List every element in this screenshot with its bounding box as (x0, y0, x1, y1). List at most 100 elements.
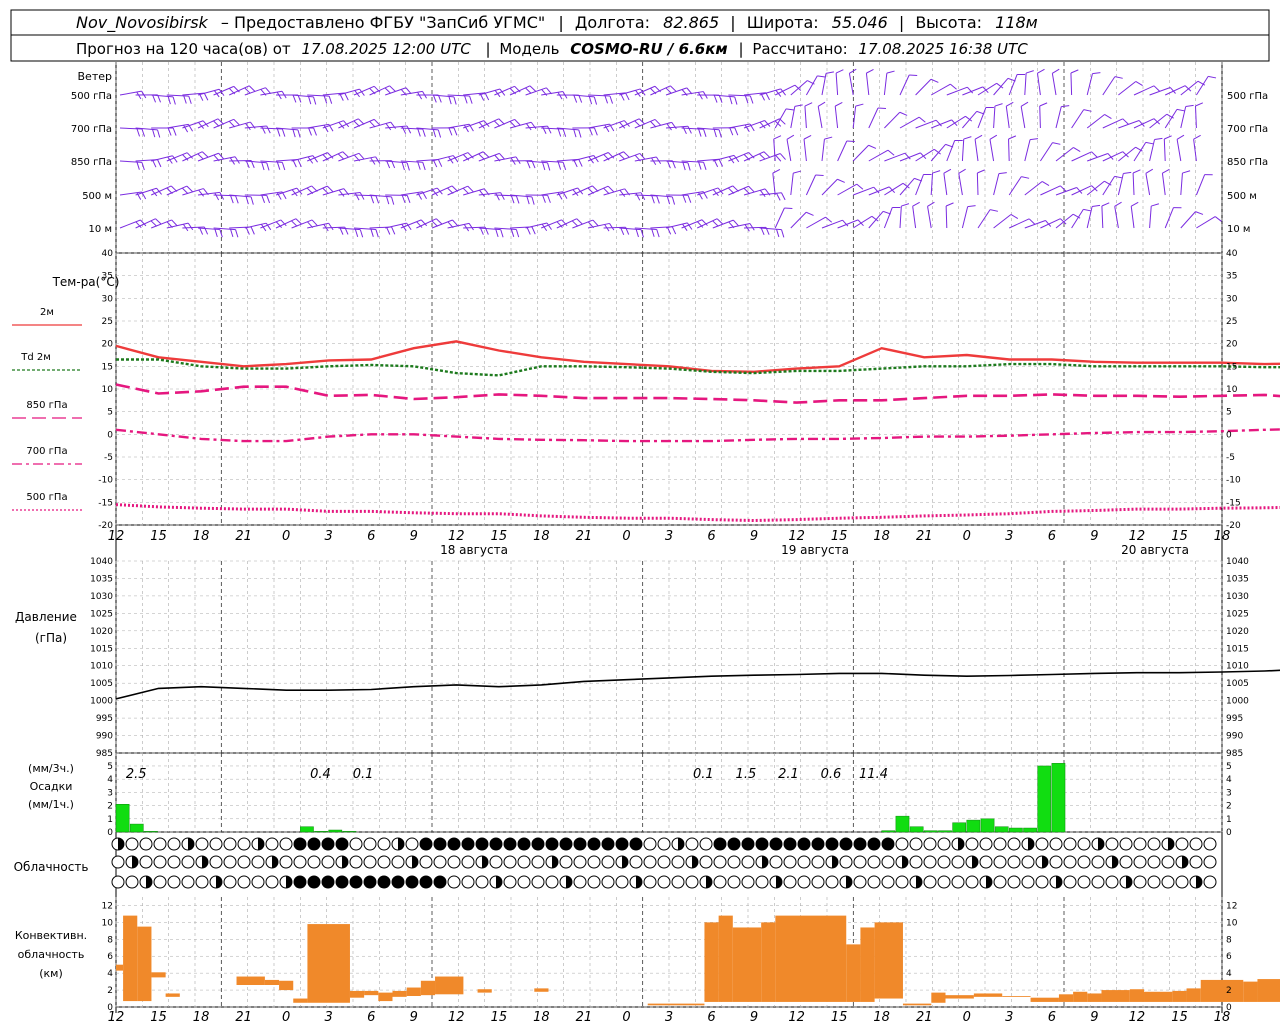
wind-level-label-right: 10 м (1227, 224, 1250, 235)
convective-bar (435, 977, 463, 995)
hour-tick-label: 15 (831, 529, 848, 544)
convective-bar (393, 991, 407, 997)
cloud-symbol (630, 856, 642, 868)
cloud-symbol (532, 876, 544, 888)
wind-barb-feather (525, 88, 531, 94)
precip-bar (995, 827, 1008, 832)
cloud-symbol (742, 856, 754, 868)
convective-bar (903, 1004, 931, 1006)
cloud-symbol (798, 838, 810, 850)
wind-barb-feather (1182, 171, 1190, 173)
convective-bar (1073, 992, 1087, 1002)
wind-barb-feather (182, 188, 188, 194)
wind-barb-feather (610, 96, 613, 104)
hour-tick-label: 15 (491, 529, 508, 544)
precip-bar (144, 831, 157, 832)
wind-barb (947, 140, 955, 161)
cloud-symbol (700, 838, 712, 850)
pressure-ytick: 1030 (90, 592, 113, 602)
wind-barb-feather (1006, 102, 1013, 106)
precip-bar (1038, 766, 1051, 832)
cloud-symbol (294, 856, 306, 868)
temp-ytick-right: 5 (1226, 408, 1232, 418)
cloud-circle (196, 876, 208, 888)
wind-barb-feather (594, 128, 597, 135)
cloud-symbol (238, 856, 250, 868)
cloud-symbol (868, 856, 880, 868)
temp-legend-label: Td 2м (20, 352, 51, 363)
wind-barb-feather (806, 212, 813, 215)
cloud-circle (210, 856, 222, 868)
cloud-circle (868, 856, 880, 868)
cloud-circle (1064, 856, 1076, 868)
wind-barb-feather (314, 97, 316, 105)
cloud-fill (840, 838, 852, 850)
wind-barb-feather (608, 186, 614, 192)
wind-barb (928, 206, 932, 228)
wind-barb (775, 208, 784, 228)
cloud-fill (294, 838, 306, 850)
alt-label: Высота: (915, 13, 982, 32)
header-row-1: Nov_Novosibirsk – Предоставлено ФГБУ "За… (76, 13, 1038, 33)
wind-barb-feather (407, 126, 411, 133)
wind-barb-feather (818, 102, 825, 106)
wind-barb (1072, 152, 1092, 161)
wind-barb-feather (251, 197, 253, 205)
wind-barb-feather (496, 193, 500, 200)
cloud-fill (308, 876, 320, 888)
cloud-symbol (1148, 876, 1160, 888)
convective-bar (407, 988, 421, 996)
wind-barb-feather (888, 150, 894, 155)
cloud-symbol (392, 838, 404, 850)
cloud-circle (644, 876, 656, 888)
cloud-circle (1036, 876, 1048, 888)
wind-barb-feather (246, 227, 249, 234)
convective-title-1: Конвективн. (15, 929, 87, 942)
wind-barb-feather (267, 195, 270, 203)
cloud-circle (462, 856, 474, 868)
temp-ytick: -10 (98, 476, 113, 486)
cloud-symbol (126, 856, 138, 868)
wind-barb-feather (577, 219, 583, 225)
cloud-circle (406, 838, 418, 850)
wind-barb-feather (511, 196, 514, 204)
cloud-symbol (476, 838, 488, 850)
wind-barb-feather (530, 86, 536, 92)
hour-tick-label: 15 (150, 529, 167, 544)
precip-bar (882, 831, 895, 832)
cloud-symbol (770, 876, 782, 888)
cloud-symbol (1022, 876, 1034, 888)
cloud-circle (266, 876, 278, 888)
pressure-ytick-right: 1030 (1226, 592, 1249, 602)
cloud-circle (1064, 876, 1076, 888)
precip-bar (300, 827, 313, 832)
wind-barb-feather (657, 196, 660, 204)
hour-tick-label: 21 (235, 1010, 252, 1024)
hour-tick-label: 12 (788, 529, 805, 544)
cloud-symbol (336, 876, 348, 888)
wind-barb (1134, 86, 1154, 95)
wind-barb (806, 175, 815, 195)
convective-bar (166, 993, 180, 996)
cloud-symbol (1162, 856, 1174, 868)
cloud-symbol (812, 876, 824, 888)
wind-barb-feather (670, 86, 676, 92)
wind-barb (1056, 107, 1061, 128)
cloud-symbol (252, 876, 264, 888)
cloud-symbol (1064, 876, 1076, 888)
cloud-symbol (784, 856, 796, 868)
cloud-circle (182, 876, 194, 888)
cloud-circle (126, 876, 138, 888)
wind-barb-feather (1052, 69, 1059, 73)
cloud-symbol (602, 838, 614, 850)
wind-barb-feather (837, 179, 844, 182)
cloud-symbol (490, 838, 502, 850)
wind-barb-feather (266, 88, 271, 94)
cloud-half (566, 876, 572, 888)
cloud-symbol (112, 876, 124, 888)
convective-bar (719, 916, 733, 1002)
temp-ytick-right: 0 (1226, 430, 1232, 440)
cloud-symbol (1064, 856, 1076, 868)
cloud-symbol (1078, 838, 1090, 850)
cloud-circle (518, 876, 530, 888)
